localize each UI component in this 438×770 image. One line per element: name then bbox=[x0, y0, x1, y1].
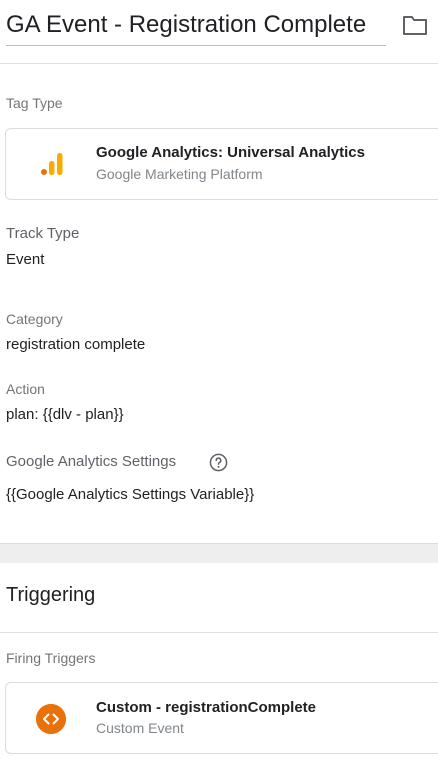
google-analytics-icon bbox=[41, 153, 63, 175]
folder-icon[interactable] bbox=[402, 14, 428, 36]
tag-name-input[interactable]: GA Event - Registration Complete bbox=[6, 8, 386, 46]
ga-settings-label: Google Analytics Settings bbox=[6, 453, 177, 470]
action-value: plan: {{dlv - plan}} bbox=[6, 406, 124, 423]
track-type-value: Event bbox=[6, 251, 45, 268]
category-label: Category bbox=[6, 311, 63, 327]
trigger-subtitle: Custom Event bbox=[96, 720, 184, 736]
trigger-card[interactable]: Custom - registrationComplete Custom Eve… bbox=[5, 682, 438, 754]
section-divider bbox=[0, 543, 438, 563]
action-label: Action bbox=[6, 381, 45, 397]
tag-type-subtitle: Google Marketing Platform bbox=[96, 166, 263, 182]
tag-type-card[interactable]: Google Analytics: Universal Analytics Go… bbox=[5, 128, 438, 200]
help-icon[interactable] bbox=[209, 453, 228, 472]
trigger-title: Custom - registrationComplete bbox=[96, 699, 317, 716]
tag-type-label: Tag Type bbox=[6, 95, 63, 111]
tag-type-title: Google Analytics: Universal Analytics bbox=[96, 144, 365, 161]
tag-header: GA Event - Registration Complete bbox=[0, 0, 438, 64]
category-value: registration complete bbox=[6, 336, 146, 353]
firing-triggers-label: Firing Triggers bbox=[6, 650, 96, 666]
custom-event-icon bbox=[36, 704, 66, 734]
track-type-label: Track Type bbox=[6, 225, 80, 242]
triggering-title: Triggering bbox=[6, 584, 96, 606]
triggering-divider bbox=[0, 632, 438, 633]
ga-settings-value: {{Google Analytics Settings Variable}} bbox=[6, 486, 255, 503]
